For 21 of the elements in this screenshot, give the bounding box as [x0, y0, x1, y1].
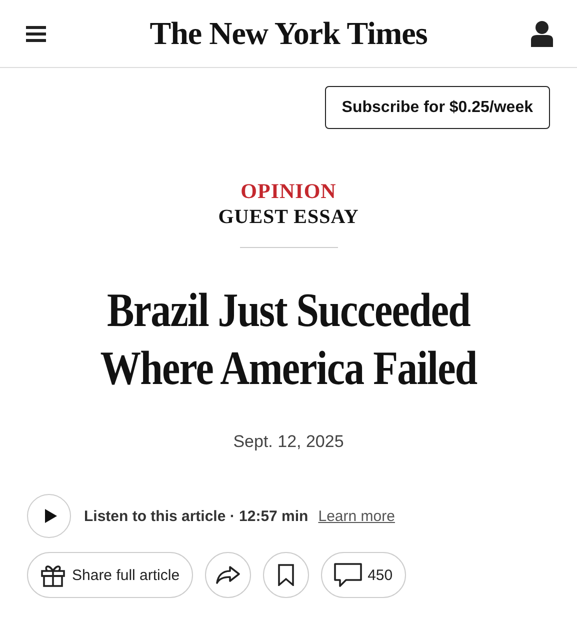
- play-button[interactable]: [27, 494, 71, 538]
- menu-icon[interactable]: [26, 26, 46, 42]
- user-icon[interactable]: [531, 20, 553, 46]
- forward-button[interactable]: [204, 552, 251, 598]
- share-arrow-icon: [214, 565, 241, 585]
- kicker: GUEST ESSAY: [218, 206, 359, 229]
- share-button[interactable]: Share full article: [27, 552, 193, 598]
- subscribe-button[interactable]: Subscribe for $0.25/week: [324, 86, 550, 129]
- gift-icon: [40, 563, 66, 587]
- headline: Brazil Just Succeeded: [107, 283, 470, 339]
- headline: Where America Failed: [100, 341, 477, 397]
- bookmark-icon: [278, 564, 294, 586]
- bookmark-button[interactable]: [262, 552, 309, 598]
- section-label[interactable]: OPINION: [240, 179, 336, 204]
- logo[interactable]: The New York Times: [150, 15, 428, 52]
- speech-bubble-icon: [334, 563, 362, 587]
- learn-more-link[interactable]: Learn more: [318, 508, 395, 524]
- play-icon: [44, 508, 58, 524]
- comments-button[interactable]: 450: [320, 552, 406, 598]
- date: Sept. 12, 2025: [233, 432, 344, 452]
- listen-label: Listen to this article · 12:57 min: [84, 508, 308, 524]
